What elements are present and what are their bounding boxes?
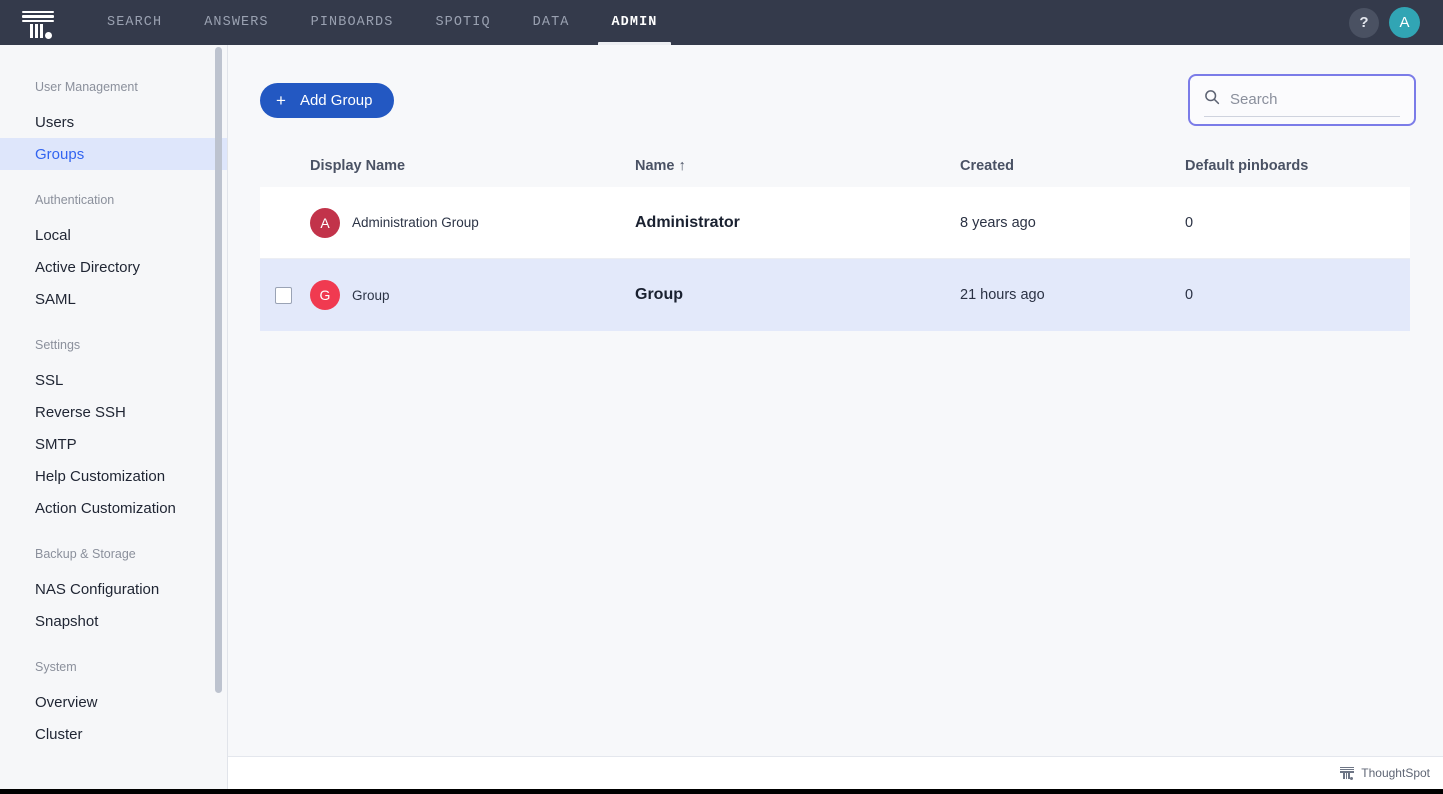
tab-search[interactable]: SEARCH [86,0,183,45]
sidebar-item-saml[interactable]: SAML [0,283,227,315]
sidebar-item-label: NAS Configuration [35,580,160,598]
tab-spotiq[interactable]: SPOTIQ [414,0,511,45]
sidebar-item-ssl[interactable]: SSL [0,364,227,396]
tab-admin-label: ADMIN [611,15,658,30]
cell-name: Group [635,286,683,303]
sidebar-item-label: Action Customization [35,499,176,517]
search-box[interactable] [1188,74,1416,126]
add-group-button-label: Add Group [299,92,373,109]
sidebar-item-label: Cluster [35,725,83,743]
footer-bar: ThoughtSpot [228,756,1443,789]
sidebar-item-label: SAML [35,290,76,308]
table-row[interactable]: A Administration Group Administrator 8 y… [260,187,1410,259]
sidebar-section-settings: Settings [35,338,81,352]
sidebar-divider [0,637,227,659]
search-input[interactable] [1230,91,1400,108]
sidebar-item-active-directory[interactable]: Active Directory [0,251,227,283]
column-header-name-label: Name [635,158,675,174]
thoughtspot-watermark-icon [1339,765,1355,781]
sidebar-divider [0,170,227,192]
nav-right-controls: ? A [1349,7,1420,38]
help-icon-glyph: ? [1359,14,1369,31]
search-icon [1204,89,1220,110]
sidebar-item-smtp[interactable]: SMTP [0,428,227,460]
tab-spotiq-label: SPOTIQ [435,15,491,30]
sidebar-item-label: Active Directory [35,258,141,276]
sidebar-section-user-management: User Management [35,80,138,94]
table-row[interactable]: G Group Group 21 hours ago 0 [260,259,1410,331]
sidebar-section-authentication: Authentication [35,193,115,207]
column-header-created[interactable]: Created [960,158,1185,174]
display-name-text: Administration Group [352,215,479,230]
tab-pinboards[interactable]: PINBOARDS [290,0,415,45]
add-group-button[interactable]: + Add Group [260,83,395,118]
cell-created: 8 years ago [960,214,1036,231]
column-header-display-name[interactable]: Display Name [310,158,635,174]
row-checkbox[interactable] [275,286,292,304]
sidebar-item-cluster[interactable]: Cluster [0,718,227,750]
sidebar-item-label: Groups [35,145,85,163]
sidebar-item-users[interactable]: Users [0,106,227,138]
sidebar-item-reverse-ssh[interactable]: Reverse SSH [0,396,227,428]
user-avatar-initial: A [1399,14,1410,31]
sidebar-item-snapshot[interactable]: Snapshot [0,605,227,637]
row-checkbox-slot [275,286,298,304]
sidebar-section-system: System [35,660,77,674]
sidebar-item-label: Reverse SSH [35,403,126,421]
tab-data-label: DATA [532,15,570,30]
sidebar-item-help-customization[interactable]: Help Customization [0,460,227,492]
cell-display-name: G Group [275,280,635,310]
groups-toolbar: + Add Group [228,45,1443,145]
sidebar-section-backup-storage: Backup & Storage [35,547,136,561]
sidebar-item-local[interactable]: Local [0,219,227,251]
tab-data[interactable]: DATA [512,0,591,45]
display-name-text: Group [352,287,390,303]
sidebar-divider [0,315,227,337]
footer-brand-label: ThoughtSpot [1361,766,1430,780]
sidebar-item-label: SMTP [35,435,77,453]
tab-pinboards-label: PINBOARDS [310,15,394,30]
group-avatar: A [310,207,340,238]
user-avatar[interactable]: A [1389,7,1420,38]
column-header-default-pinboards[interactable]: Default pinboards [1185,158,1410,174]
sidebar-item-nas-configuration[interactable]: NAS Configuration [0,573,227,605]
thoughtspot-logo-icon[interactable] [20,6,56,40]
column-header-name[interactable]: Name ↑ [635,158,960,174]
sort-ascending-icon: ↑ [678,158,686,174]
tab-answers-label: ANSWERS [204,15,269,30]
main-content: + Add Group Search Display Name Name ↑ C… [228,45,1443,789]
tab-admin[interactable]: ADMIN [590,0,678,45]
window-bottom-edge [0,789,1443,794]
cell-default-pinboards: 0 [1185,214,1194,231]
cell-created: 21 hours ago [960,287,1045,303]
sidebar-scrollbar[interactable] [215,47,222,693]
sidebar-item-label: SSL [35,371,64,389]
group-avatar-initial: A [320,214,330,231]
sidebar-item-label: Users [35,113,75,131]
table-header-row: Display Name Name ↑ Created Default pinb… [260,145,1410,187]
sidebar-item-label: Overview [35,693,98,711]
sidebar-item-label: Snapshot [35,612,99,630]
sidebar-divider [0,524,227,546]
group-avatar-initial: G [319,287,331,303]
nav-tabs: SEARCH ANSWERS PINBOARDS SPOTIQ DATA ADM… [86,0,679,45]
sidebar-item-groups[interactable]: Groups [0,138,227,170]
cell-default-pinboards: 0 [1185,287,1194,303]
sidebar-item-label: Help Customization [35,467,166,485]
help-icon[interactable]: ? [1349,7,1379,38]
tab-search-label: SEARCH [107,15,163,30]
groups-table: Display Name Name ↑ Created Default pinb… [260,145,1410,331]
group-avatar: G [310,280,340,310]
sidebar-item-label: Local [35,226,71,244]
top-navigation-bar: SEARCH ANSWERS PINBOARDS SPOTIQ DATA ADM… [0,0,1443,45]
plus-icon: + [276,91,286,110]
content-frame: User Management Users Groups Authenticat… [0,45,1443,789]
sidebar-item-action-customization[interactable]: Action Customization [0,492,227,524]
sidebar-item-overview[interactable]: Overview [0,686,227,718]
cell-name: Administrator [635,213,740,231]
app-screen: SEARCH ANSWERS PINBOARDS SPOTIQ DATA ADM… [0,0,1443,794]
admin-sidebar: User Management Users Groups Authenticat… [0,45,228,789]
tab-answers[interactable]: ANSWERS [183,0,289,45]
cell-display-name: A Administration Group [275,207,635,238]
